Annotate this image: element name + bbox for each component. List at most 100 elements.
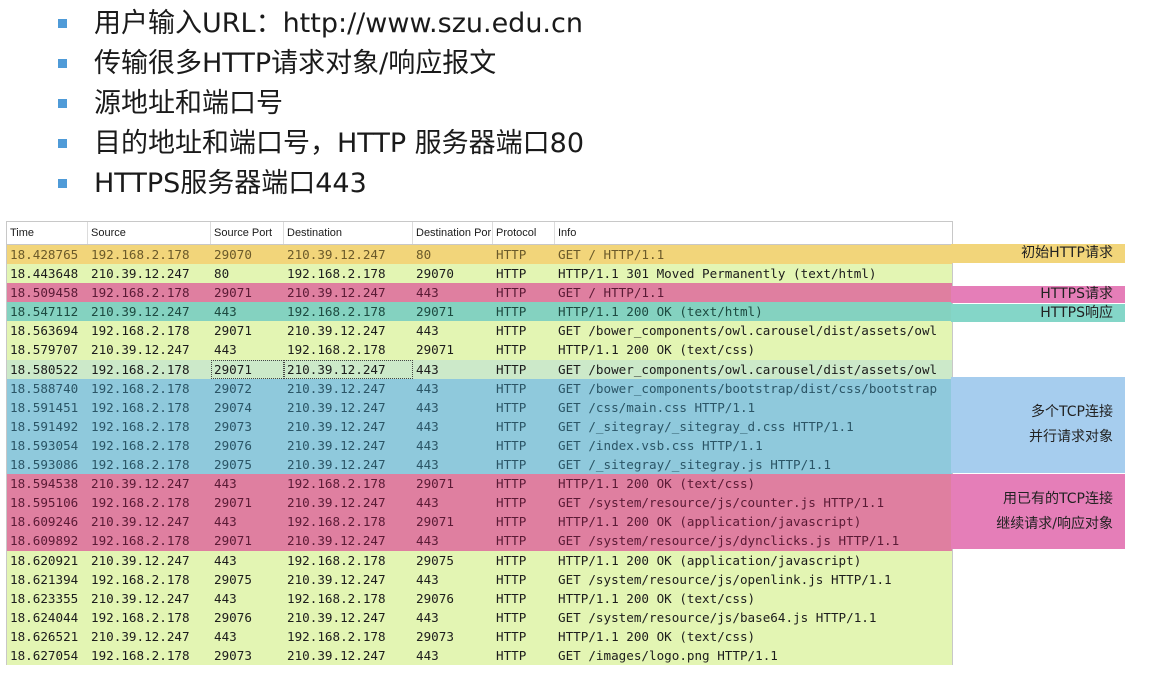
cell-source-port: 29076 [214, 437, 252, 453]
annotation-text: 继续请求/响应对象 [996, 515, 1113, 532]
cell-source-port: 29076 [214, 609, 252, 625]
table-row[interactable]: 18.595106 192.168.2.178 29071 210.39.12.247… [7, 493, 952, 513]
cell-protocol: HTTP [496, 323, 527, 339]
cell-info: HTTP/1.1 200 OK (text/html) [558, 304, 763, 320]
cell-destination: 210.39.12.247 [287, 285, 386, 301]
column-header-destination[interactable]: Destination [284, 222, 413, 244]
cell-source-port: 29072 [214, 380, 252, 396]
cell-destination-port: 443 [416, 361, 439, 377]
table-row[interactable]: 18.428765 192.168.2.178 29070 210.39.12.247… [7, 245, 952, 265]
cell-time: 18.591492 [10, 418, 79, 434]
cell-source: 210.39.12.247 [91, 514, 190, 530]
table-row[interactable]: 18.594538 210.39.12.247 443 192.168.2.178 29… [7, 474, 952, 494]
bullet-square-icon [58, 99, 67, 108]
cell-destination: 210.39.12.247 [287, 247, 386, 262]
cell-info: GET /system/resource/js/counter.js HTTP/… [558, 495, 885, 511]
cell-info: GET /system/resource/js/base64.js HTTP/1… [558, 609, 877, 625]
cell-protocol: HTTP [496, 361, 527, 377]
table-row[interactable]: 18.621394 192.168.2.178 29075 210.39.12.247… [7, 569, 952, 589]
cell-info: HTTP/1.1 200 OK (application/javascript) [558, 514, 862, 530]
cell-source: 192.168.2.178 [91, 380, 190, 396]
cell-info: GET /index.vsb.css HTTP/1.1 [558, 437, 763, 453]
cell-protocol: HTTP [496, 628, 527, 644]
cell-destination-port: 443 [416, 495, 439, 511]
cell-info: GET /images/logo.png HTTP/1.1 [558, 647, 778, 663]
table-row[interactable]: 18.623355 210.39.12.247 443 192.168.2.178 29… [7, 588, 952, 608]
cell-source-port: 443 [214, 514, 237, 530]
table-row[interactable]: 18.591492 192.168.2.178 29073 210.39.12.247… [7, 416, 952, 436]
cell-source: 210.39.12.247 [91, 342, 190, 358]
cell-destination-port: 443 [416, 380, 439, 396]
cell-destination-port: 29076 [416, 590, 454, 606]
cell-info: HTTP/1.1 200 OK (text/css) [558, 476, 756, 492]
cell-time: 18.593086 [10, 457, 79, 473]
cell-protocol: HTTP [496, 304, 527, 320]
table-row[interactable]: 18.593054 192.168.2.178 29076 210.39.12.247… [7, 435, 952, 456]
bullet-text: 源地址和端口号 [94, 88, 283, 119]
table-row[interactable]: 18.591451 192.168.2.178 29074 210.39.12.247… [7, 397, 952, 417]
table-row[interactable]: 18.547112 210.39.12.247 443 192.168.2.178 29… [7, 302, 952, 322]
cell-source: 210.39.12.247 [91, 304, 190, 320]
cell-time: 18.593054 [10, 437, 79, 453]
cell-destination-port: 29075 [416, 552, 454, 568]
table-row[interactable]: 18.609892 192.168.2.178 29071 210.39.12.247… [7, 531, 952, 551]
cell-source-port: 29074 [214, 399, 252, 415]
column-header-destination-port[interactable]: Destination Por [413, 222, 493, 244]
cell-source-port: 443 [214, 590, 237, 606]
cell-info: HTTP/1.1 200 OK (text/css) [558, 628, 756, 644]
table-row[interactable]: 18.626521 210.39.12.247 443 192.168.2.178 29… [7, 626, 952, 646]
column-header-info[interactable]: Info [555, 222, 950, 244]
table-row[interactable]: 18.509458 192.168.2.178 29071 210.39.12.247… [7, 283, 952, 303]
table-row[interactable]: 18.563694 192.168.2.178 29071 210.39.12.247… [7, 321, 952, 341]
column-header-time[interactable]: Time [7, 222, 88, 244]
bullet-text: 用户输入URL：http://www.szu.edu.cn [94, 8, 583, 39]
cell-destination: 210.39.12.247 [287, 647, 386, 663]
cell-time: 18.609892 [10, 533, 79, 549]
cell-time: 18.428765 [10, 247, 79, 262]
table-row[interactable]: 18.443648 210.39.12.247 80 192.168.2.178 290… [7, 264, 952, 284]
cell-protocol: HTTP [496, 590, 527, 606]
cell-destination-port: 443 [416, 533, 439, 549]
cell-time: 18.621394 [10, 571, 79, 587]
cell-destination-port: 443 [416, 571, 439, 587]
cell-time: 18.509458 [10, 285, 79, 301]
cell-time: 18.563694 [10, 323, 79, 339]
table-row[interactable]: 18.588740 192.168.2.178 29072 210.39.12.247… [7, 378, 952, 398]
cell-protocol: HTTP [496, 571, 527, 587]
cell-source-port: 80 [214, 266, 230, 282]
column-header-source[interactable]: Source [88, 222, 211, 244]
cell-source: 210.39.12.247 [91, 590, 190, 606]
table-row[interactable]: 18.620921 210.39.12.247 443 192.168.2.178 29… [7, 550, 952, 570]
column-header-source-port[interactable]: Source Port [211, 222, 284, 244]
table-row[interactable]: 18.609246 210.39.12.247 443 192.168.2.178 29… [7, 512, 952, 532]
cell-destination-port: 29073 [416, 628, 454, 644]
cell-source-port: 29073 [214, 647, 252, 663]
cell-destination: 192.168.2.178 [287, 266, 386, 282]
annotation-text: 并行请求对象 [1029, 429, 1113, 445]
cell-source: 192.168.2.178 [91, 647, 190, 663]
cell-time: 18.595106 [10, 495, 79, 511]
cell-destination: 192.168.2.178 [287, 342, 386, 358]
table-row[interactable]: 18.624044 192.168.2.178 29076 210.39.12.247… [7, 607, 952, 627]
cell-protocol: HTTP [496, 476, 527, 492]
table-row[interactable]: 18.627054 192.168.2.178 29073 210.39.12.247… [7, 645, 952, 666]
table-row[interactable]: 18.580522 192.168.2.178 29071 210.39.12.247… [7, 359, 952, 379]
cell-info: GET /_sitegray/_sitegray_d.css HTTP/1.1 [558, 418, 854, 434]
cell-destination: 192.168.2.178 [287, 514, 386, 530]
table-row[interactable]: 18.593086 192.168.2.178 29075 210.39.12.247… [7, 455, 952, 475]
cell-destination: 210.39.12.247 [287, 380, 386, 396]
table-row[interactable]: 18.579707 210.39.12.247 443 192.168.2.178 29… [7, 340, 952, 360]
cell-source-port: 443 [214, 304, 237, 320]
cell-protocol: HTTP [496, 380, 527, 396]
packet-rows: 18.428765 192.168.2.178 29070 210.39.12.247… [7, 245, 952, 666]
cell-info: GET / HTTP/1.1 [558, 247, 665, 262]
cell-info: GET /bower_components/owl.carousel/dist/… [558, 323, 938, 339]
cell-destination: 192.168.2.178 [287, 476, 386, 492]
column-header-protocol[interactable]: Protocol [493, 222, 555, 244]
bullet-list: 用户输入URL：http://www.szu.edu.cn 传输很多HTTP请求… [58, 4, 584, 204]
cell-destination: 192.168.2.178 [287, 590, 386, 606]
cell-source: 210.39.12.247 [91, 628, 190, 644]
cell-protocol: HTTP [496, 514, 527, 530]
annotation-parallel-tcp-connections: 多个TCP连接 并行请求对象 [951, 377, 1125, 473]
cell-time: 18.443648 [10, 266, 79, 282]
